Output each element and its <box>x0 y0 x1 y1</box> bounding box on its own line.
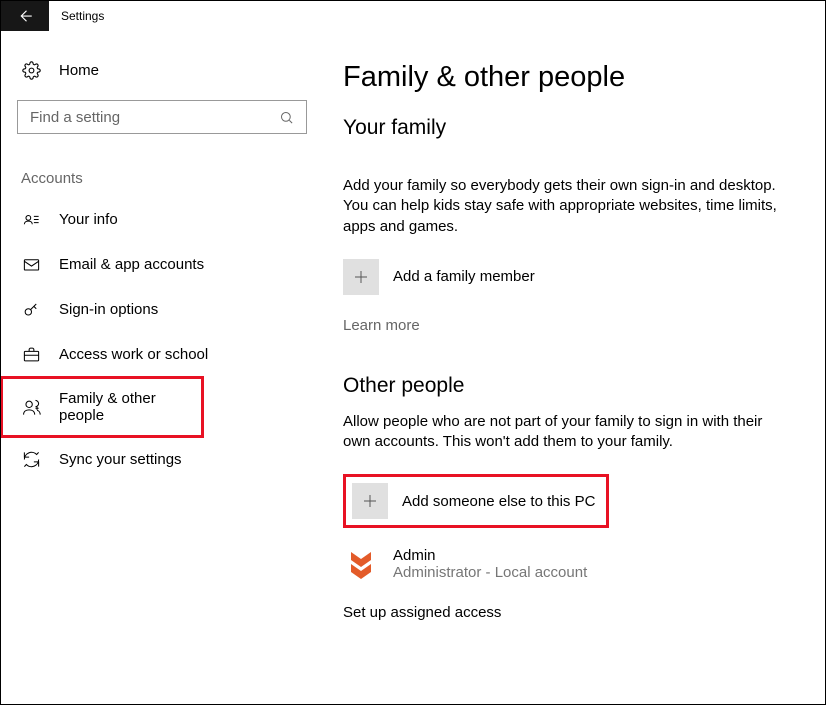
avatar-icon <box>343 546 379 582</box>
sidebar-item-label: Your info <box>59 211 118 228</box>
sidebar-item-work[interactable]: Access work or school <box>1 332 311 377</box>
back-button[interactable] <box>1 1 49 31</box>
page-title: Family & other people <box>343 61 785 94</box>
people-icon <box>21 398 41 417</box>
sync-icon <box>21 450 41 469</box>
sidebar-item-label: Access work or school <box>59 346 208 363</box>
home-label: Home <box>59 62 99 79</box>
add-someone-else-button[interactable]: Add someone else to this PC <box>343 474 609 528</box>
gear-icon <box>21 61 41 80</box>
user-row[interactable]: Admin Administrator - Local account <box>343 546 785 582</box>
sidebar-item-sync[interactable]: Sync your settings <box>1 437 311 482</box>
sidebar-item-family[interactable]: Family & other people <box>1 377 203 437</box>
sidebar-item-label: Email & app accounts <box>59 256 204 273</box>
settings-window: Settings Home Accounts <box>0 0 826 705</box>
search-input[interactable] <box>28 108 276 127</box>
briefcase-icon <box>21 345 41 364</box>
search-icon <box>276 110 296 125</box>
sidebar-item-your-info[interactable]: Your info <box>1 197 311 242</box>
sidebar-item-signin[interactable]: Sign-in options <box>1 287 311 332</box>
sidebar-item-email[interactable]: Email & app accounts <box>1 242 311 287</box>
home-nav[interactable]: Home <box>1 51 311 90</box>
plus-icon <box>343 259 379 295</box>
add-family-label: Add a family member <box>393 268 535 285</box>
user-role: Administrator - Local account <box>393 564 587 581</box>
sidebar-item-label: Family & other people <box>59 390 183 424</box>
add-someone-label: Add someone else to this PC <box>402 493 595 510</box>
sidebar-section-label: Accounts <box>1 134 311 197</box>
window-title: Settings <box>49 9 104 23</box>
titlebar: Settings <box>1 1 825 31</box>
family-desc: Add your family so everybody gets their … <box>343 176 785 237</box>
body: Home Accounts Your info <box>1 31 825 704</box>
plus-icon <box>352 483 388 519</box>
key-icon <box>21 300 41 319</box>
sidebar-item-label: Sync your settings <box>59 451 182 468</box>
mail-icon <box>21 255 41 274</box>
other-section-title: Other people <box>343 374 785 398</box>
user-name: Admin <box>393 547 587 564</box>
content: Family & other people Your family Add yo… <box>311 31 825 704</box>
learn-more-link[interactable]: Learn more <box>343 317 420 334</box>
user-info: Admin Administrator - Local account <box>393 547 587 581</box>
sidebar: Home Accounts Your info <box>1 31 311 704</box>
assigned-access-link[interactable]: Set up assigned access <box>343 604 501 621</box>
other-desc: Allow people who are not part of your fa… <box>343 412 785 453</box>
other-people-section: Other people Allow people who are not pa… <box>343 374 785 622</box>
search-wrap <box>1 90 311 134</box>
search-box[interactable] <box>17 100 307 134</box>
family-section-title: Your family <box>343 116 785 140</box>
add-family-member-button[interactable]: Add a family member <box>343 259 785 295</box>
back-arrow-icon <box>16 7 34 25</box>
person-card-icon <box>21 210 41 229</box>
sidebar-item-label: Sign-in options <box>59 301 158 318</box>
